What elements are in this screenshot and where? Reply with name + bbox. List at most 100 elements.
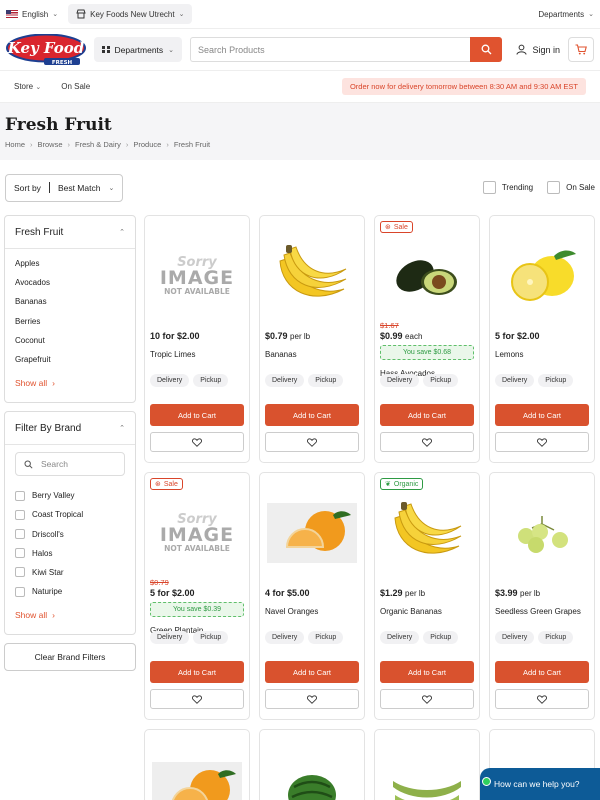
product-card[interactable]: 4 for $5.00 Navel Oranges Delivery Pickup Ad… (259, 472, 365, 720)
breadcrumb-produce[interactable]: Produce (133, 140, 161, 149)
category-title: Fresh Fruit (15, 226, 64, 238)
favorite-button[interactable] (265, 689, 359, 709)
brand-show-all[interactable]: Show all › (15, 604, 125, 626)
key-food-logo[interactable]: Key Food FRESH (6, 33, 86, 66)
product-card[interactable]: Sorry IMAGE NOT AVAILABLE 10 for $2.00 Tropi… (144, 215, 250, 463)
favorite-button[interactable] (495, 432, 589, 452)
add-to-cart-button[interactable]: Add to Cart (265, 404, 359, 426)
brand-checkbox[interactable] (15, 567, 25, 578)
category-item-apples[interactable]: Apples (15, 254, 125, 273)
product-image[interactable] (495, 488, 589, 578)
store-menu[interactable]: Store ⌄ (14, 82, 41, 91)
product-card[interactable]: $3.99 per lb Seedless Green Grapes Deliver… (489, 472, 595, 720)
brand-item[interactable]: Berry Valley (15, 486, 125, 505)
product-image[interactable] (380, 231, 474, 321)
add-to-cart-button[interactable]: Add to Cart (495, 661, 589, 683)
delivery-banner: Order now for delivery tomorrow between … (341, 78, 586, 95)
product-image[interactable] (150, 747, 244, 800)
search-input[interactable] (190, 37, 471, 62)
product-image[interactable] (265, 231, 359, 321)
product-image[interactable] (265, 747, 359, 800)
product-name[interactable]: Seedless Green Grapes (495, 607, 589, 616)
brand-item[interactable]: Naturipe (15, 582, 125, 601)
category-show-all[interactable]: Show all › (15, 372, 125, 394)
product-card[interactable]: 5 for $2.00 Lemons Delivery Pickup Add to Ca… (489, 215, 595, 463)
product-image[interactable]: Sorry IMAGE NOT AVAILABLE (150, 488, 244, 578)
add-to-cart-button[interactable]: Add to Cart (150, 661, 244, 683)
search-button[interactable] (470, 37, 503, 62)
brand-item[interactable]: Driscoll's (15, 525, 125, 544)
add-to-cart-button[interactable]: Add to Cart (495, 404, 589, 426)
product-card[interactable] (259, 729, 365, 800)
category-item-grapefruit[interactable]: Grapefruit (15, 350, 125, 369)
category-item-bananas[interactable]: Bananas (15, 292, 125, 311)
favorite-button[interactable] (495, 689, 589, 709)
chat-widget[interactable]: How can we help you? (480, 768, 600, 800)
price-value: $1.29 (380, 588, 403, 598)
add-to-cart-button[interactable]: Add to Cart (265, 661, 359, 683)
brand-checkbox[interactable] (15, 509, 25, 520)
product-name[interactable]: Bananas (265, 350, 359, 359)
bananas-icon (394, 502, 462, 554)
product-card[interactable] (144, 729, 250, 800)
product-card[interactable]: $0.79 per lb Bananas Delivery Pickup Add to … (259, 215, 365, 463)
breadcrumb-browse[interactable]: Browse (38, 140, 63, 149)
product-name[interactable]: Navel Oranges (265, 607, 359, 616)
brand-item[interactable]: Halos (15, 544, 125, 563)
sort-dropdown[interactable]: Sort by Best Match ⌄ (5, 173, 124, 202)
brand-checkbox[interactable] (15, 586, 25, 597)
sign-in-label: Sign in (532, 44, 560, 55)
sign-in-link[interactable]: Sign in (516, 44, 560, 55)
favorite-button[interactable] (150, 432, 244, 452)
top-departments-menu[interactable]: Departments ⌄ (538, 10, 594, 19)
language-selector[interactable]: English ⌄ (6, 10, 58, 19)
category-item-avocados[interactable]: Avocados (15, 273, 125, 292)
brand-checkbox[interactable] (15, 529, 25, 540)
category-panel-header[interactable]: Fresh Fruit ⌃ (5, 216, 135, 249)
product-name[interactable]: Lemons (495, 350, 589, 359)
heart-icon (537, 694, 547, 704)
clear-brand-filters-button[interactable]: Clear Brand Filters (4, 643, 136, 672)
brand-title: Filter By Brand (15, 422, 82, 434)
category-item-coconut[interactable]: Coconut (15, 331, 125, 350)
brand-checkbox[interactable] (15, 548, 25, 559)
brand-checkbox[interactable] (15, 490, 25, 501)
product-price: 10 for $2.00 (150, 331, 244, 341)
trending-checkbox[interactable] (482, 181, 496, 194)
favorite-button[interactable] (380, 432, 474, 452)
product-image[interactable] (380, 488, 474, 578)
add-to-cart-button[interactable]: Add to Cart (150, 404, 244, 426)
product-image[interactable] (265, 488, 359, 578)
breadcrumb-fresh-dairy[interactable]: Fresh & Dairy (75, 140, 121, 149)
product-card[interactable]: ⊛ Sale Sorry IMAGE NOT AVAILABLE $0.79 5 for $… (144, 472, 250, 720)
departments-button[interactable]: Departments ⌄ (94, 37, 183, 62)
product-image[interactable] (380, 747, 474, 800)
product-card[interactable] (374, 729, 480, 800)
brand-item[interactable]: Coast Tropical (15, 505, 125, 524)
brand-item[interactable]: Kiwi Star (15, 563, 125, 582)
product-name[interactable]: Organic Bananas (380, 607, 474, 616)
breadcrumb-home[interactable]: Home (5, 140, 25, 149)
trending-filter[interactable]: Trending (482, 181, 533, 194)
on-sale-filter[interactable]: On Sale (547, 181, 595, 194)
category-item-berries[interactable]: Berries (15, 312, 125, 331)
store-selector[interactable]: Key Foods New Utrecht ⌄ (68, 4, 193, 24)
product-card[interactable]: ⊛Sale$1.67$0.99 eachYou save $0.68Hass A… (374, 215, 480, 463)
product-card[interactable]: ❦ Organic $1.29 per lb Organic Bananas Deliv… (374, 472, 480, 720)
add-to-cart-button[interactable]: Add to Cart (380, 661, 474, 683)
product-image[interactable] (495, 231, 589, 321)
favorite-button[interactable] (265, 432, 359, 452)
cart-button[interactable] (568, 37, 594, 62)
breadcrumb: Home › Browse › Fresh & Dairy › Produce › Fr… (5, 140, 595, 149)
favorite-button[interactable] (150, 689, 244, 709)
brand-search-input[interactable]: Search (15, 452, 125, 477)
favorite-button[interactable] (380, 689, 474, 709)
brand-panel-header[interactable]: Filter By Brand ⌃ (5, 412, 135, 446)
on-sale-checkbox[interactable] (547, 181, 561, 194)
add-to-cart-button[interactable]: Add to Cart (380, 404, 474, 426)
breadcrumb-current: Fresh Fruit (173, 140, 211, 149)
on-sale-link[interactable]: On Sale (61, 82, 90, 91)
savings-label: You save $0.39 (150, 602, 244, 617)
product-name[interactable]: Tropic Limes (150, 350, 244, 359)
product-image[interactable]: Sorry IMAGE NOT AVAILABLE (150, 231, 244, 321)
